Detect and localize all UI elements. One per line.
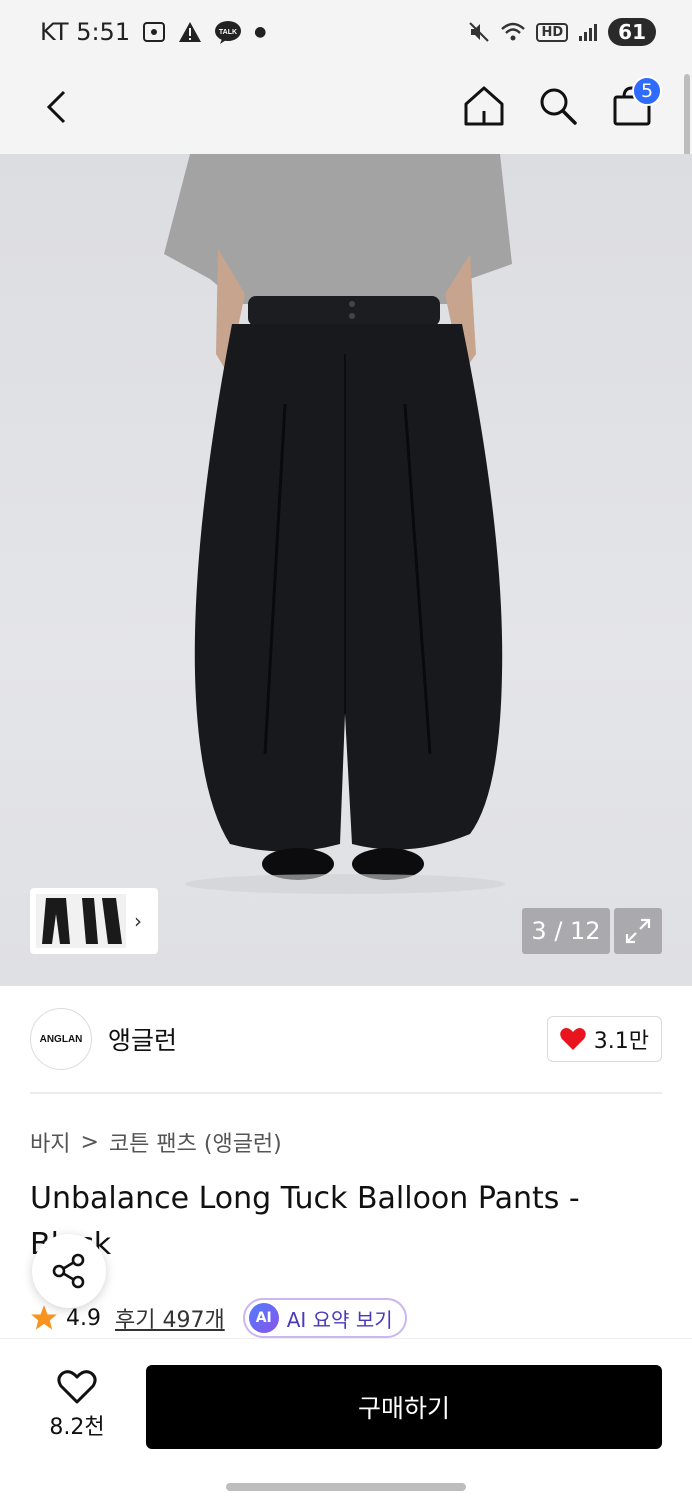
ai-summary-button[interactable]: AI AI 요약 보기 — [242, 1298, 407, 1338]
hd-icon: HD — [536, 22, 569, 42]
signal-icon — [578, 22, 598, 42]
heart-outline-icon — [57, 1370, 97, 1404]
status-bar: KT 5:51 TALK ● HD 61 — [0, 0, 692, 64]
rating-row: 4.9 후기 497개 AI AI 요약 보기 — [30, 1298, 407, 1338]
brand-name[interactable]: 앵글런 — [108, 1021, 177, 1057]
cart-count-badge: 5 — [632, 76, 662, 106]
star-icon — [31, 1305, 57, 1330]
thumbnail-image — [36, 894, 126, 948]
brand-logo[interactable]: ANGLAN — [30, 1008, 92, 1070]
chevron-left-icon — [46, 90, 66, 124]
review-link[interactable]: 후기 497개 — [115, 1302, 225, 1334]
image-counter: 3 / 12 — [522, 908, 610, 954]
warning-icon — [178, 21, 202, 43]
nav-actions: 5 — [462, 76, 662, 130]
status-left: KT 5:51 TALK ● — [40, 18, 266, 46]
product-title: Unbalance Long Tuck Balloon Pants - Blac… — [30, 1181, 580, 1262]
home-icon — [464, 86, 504, 126]
wishlist-button[interactable]: 8.2천 — [40, 1369, 114, 1441]
screenshot-icon — [142, 21, 166, 43]
product-photo — [164, 154, 512, 894]
expand-button[interactable] — [614, 908, 662, 954]
chevron-right-icon: › — [134, 909, 142, 933]
breadcrumb-category[interactable]: 바지 — [30, 1126, 70, 1158]
home-indicator[interactable] — [226, 1483, 466, 1491]
battery-indicator: 61 — [608, 18, 656, 46]
dot-indicator: ● — [254, 24, 267, 40]
top-nav: 5 — [0, 64, 692, 154]
carrier: KT — [40, 18, 69, 46]
wifi-icon — [500, 21, 526, 43]
search-button[interactable] — [536, 82, 580, 130]
heart-filled-icon — [559, 1028, 586, 1050]
cart-button[interactable]: 5 — [610, 76, 662, 130]
mute-icon — [468, 21, 490, 43]
bottom-action-bar: 8.2천 구매하기 — [0, 1338, 692, 1500]
talk-icon: TALK — [214, 20, 242, 44]
breadcrumb-subcategory[interactable]: 코튼 팬츠 (앵글런) — [109, 1126, 282, 1158]
clock: 5:51 — [76, 18, 131, 46]
svg-text:TALK: TALK — [219, 29, 237, 36]
ai-summary-label: AI 요약 보기 — [286, 1307, 393, 1332]
rating-value: 4.9 — [66, 1305, 101, 1331]
brand-like-count: 3.1만 — [593, 1029, 649, 1054]
back-button[interactable] — [36, 84, 76, 130]
product-image-carousel[interactable]: › 3 / 12 — [0, 154, 692, 986]
status-right: HD 61 — [468, 18, 656, 46]
breadcrumb: 바지 > 코튼 팬츠 (앵글런) — [30, 1126, 282, 1158]
search-icon — [540, 88, 577, 125]
buy-button[interactable]: 구매하기 — [146, 1365, 662, 1449]
brand-like-button[interactable]: 3.1만 — [546, 1016, 662, 1062]
ai-badge-icon: AI — [248, 1303, 279, 1333]
home-button[interactable] — [462, 82, 506, 130]
carrier-time: KT 5:51 — [40, 18, 130, 46]
share-button[interactable] — [32, 1234, 106, 1308]
thumbnail-strip[interactable]: › — [30, 888, 158, 954]
share-icon — [52, 1253, 85, 1289]
expand-icon — [625, 918, 651, 944]
brand-row: ANGLAN 앵글런 3.1만 — [30, 986, 662, 1094]
wishlist-count: 8.2천 — [49, 1415, 105, 1440]
breadcrumb-separator: > — [80, 1129, 99, 1155]
